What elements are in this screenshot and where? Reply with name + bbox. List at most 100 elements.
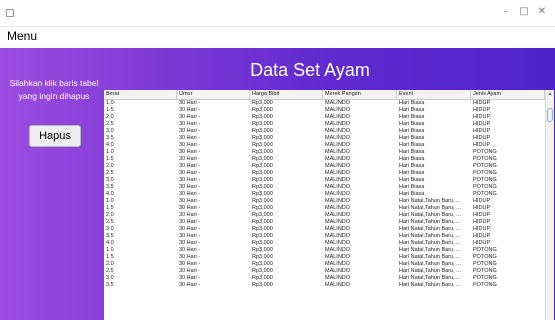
table-row[interactable]: 2.0 30 Hari - Rp3,000 MALINDO Hari Biasa HIDU… — [104, 114, 545, 121]
table-cell: 2.0 — [106, 163, 114, 169]
scrollbar-thumb[interactable] — [547, 108, 553, 122]
table-row[interactable]: 1.0 30 Hari - Rp3,000 MALINDO Hari Biasa HIDU… — [104, 100, 545, 107]
table-cell: 30 Hari - — [179, 212, 201, 218]
table-cell: 1.5 — [106, 205, 114, 211]
table-cell: HIDUP — [473, 100, 491, 106]
table-cell: Hari Biasa — [399, 156, 425, 162]
menu-item-menu[interactable]: Menu — [7, 29, 37, 43]
table-cell: Hari Natal,Tahun Baru, ... — [399, 240, 461, 246]
table-cell: Rp3,000 — [252, 254, 273, 260]
table-cell: 30 Hari - — [179, 156, 201, 162]
close-button[interactable]: ✕ — [533, 4, 551, 20]
table-cell: Hari Natal,Tahun Baru, ... — [399, 268, 461, 274]
table-cell: 3.0 — [106, 177, 114, 183]
table-row[interactable]: 2.0 30 Hari - Rp3,000 MALINDO Hari Natal,Tah… — [104, 261, 545, 268]
table-cell: MALINDO — [325, 170, 351, 176]
page-title: Data Set Ayam — [250, 60, 370, 80]
table-row[interactable]: 4.0 30 Hari - Rp3,000 MALINDO Hari Natal,Tah… — [104, 240, 545, 247]
table-cell: MALINDO — [325, 240, 351, 246]
table-row[interactable]: 1.5 30 Hari - Rp3,000 MALINDO Hari Biasa HIDU… — [104, 107, 545, 114]
table-cell: Hari Biasa — [399, 121, 425, 127]
table-row[interactable]: 3.0 30 Hari - Rp3,000 MALINDO Hari Natal,Tah… — [104, 275, 545, 282]
column-header[interactable]: Harga Bibit — [250, 90, 323, 99]
table-cell: Hari Biasa — [399, 114, 425, 120]
data-table[interactable]: Berat Umur Harga Bibit Merek Pangan Event Jen… — [104, 90, 545, 320]
table-cell: POTONG — [473, 191, 497, 197]
table-cell: MALINDO — [325, 107, 351, 113]
table-cell: Rp3,000 — [252, 149, 273, 155]
vertical-scrollbar[interactable]: ▲ — [545, 90, 554, 320]
table-cell: 30 Hari - — [179, 198, 201, 204]
table-cell: POTONG — [473, 261, 497, 267]
table-cell: 30 Hari - — [179, 247, 201, 253]
table-cell: Rp3,000 — [252, 282, 273, 288]
table-row[interactable]: 3.5 30 Hari - Rp3,000 MALINDO Hari Biasa POTO… — [104, 184, 545, 191]
table-row[interactable]: 2.5 30 Hari - Rp3,000 MALINDO Hari Natal,Tah… — [104, 219, 545, 226]
table-cell: MALINDO — [325, 191, 351, 197]
table-header: Berat Umur Harga Bibit Merek Pangan Event Jen… — [104, 90, 545, 100]
table-cell: Rp3,000 — [252, 233, 273, 239]
table-cell: 2.5 — [106, 170, 114, 176]
table-cell: Hari Biasa — [399, 142, 425, 148]
table-cell: Hari Biasa — [399, 184, 425, 190]
instruction-text: Silahkan klik baris tabel yang ingin dih… — [9, 78, 99, 101]
table-row[interactable]: 1.5 30 Hari - Rp3,000 MALINDO Hari Natal,Tah… — [104, 254, 545, 261]
column-header[interactable]: Berat — [104, 90, 177, 99]
table-row[interactable]: 3.5 30 Hari - Rp3,000 MALINDO Hari Natal,Tah… — [104, 282, 545, 289]
table-row[interactable]: 3.0 30 Hari - Rp3,000 MALINDO Hari Biasa POTO… — [104, 177, 545, 184]
table-cell: POTONG — [473, 254, 497, 260]
table-cell: 1.0 — [106, 247, 114, 253]
column-header[interactable]: Merek Pangan — [323, 90, 397, 99]
table-cell: MALINDO — [325, 247, 351, 253]
table-cell: MALINDO — [325, 212, 351, 218]
table-row[interactable]: 1.0 30 Hari - Rp3,000 MALINDO Hari Natal,Tah… — [104, 198, 545, 205]
table-row[interactable]: 3.0 30 Hari - Rp3,000 MALINDO Hari Natal,Tah… — [104, 226, 545, 233]
table-row[interactable]: 3.5 30 Hari - Rp3,000 MALINDO Hari Natal,Tah… — [104, 233, 545, 240]
table-cell: 1.5 — [106, 156, 114, 162]
delete-button[interactable]: Hapus — [29, 125, 81, 147]
table-cell: 30 Hari - — [179, 177, 201, 183]
table-cell: MALINDO — [325, 282, 351, 288]
scroll-up-arrow-icon[interactable]: ▲ — [547, 91, 553, 97]
table-cell: 30 Hari - — [179, 261, 201, 267]
table-cell: 30 Hari - — [179, 163, 201, 169]
table-cell: Hari Biasa — [399, 170, 425, 176]
table-row[interactable]: 3.5 30 Hari - Rp3,000 MALINDO Hari Biasa HIDU… — [104, 135, 545, 142]
table-cell: Hari Natal,Tahun Baru, ... — [399, 282, 461, 288]
table-cell: Hari Biasa — [399, 163, 425, 169]
maximize-button[interactable]: □ — [515, 4, 533, 20]
table-cell: Rp3,000 — [252, 219, 273, 225]
table-row[interactable]: 4.0 30 Hari - Rp3,000 MALINDO Hari Biasa HIDU… — [104, 142, 545, 149]
table-cell: Rp3,000 — [252, 163, 273, 169]
table-cell: POTONG — [473, 282, 497, 288]
table-row[interactable]: 1.0 30 Hari - Rp3,000 MALINDO Hari Natal,Tah… — [104, 247, 545, 254]
table-row[interactable]: 2.5 30 Hari - Rp3,000 MALINDO Hari Biasa HIDU… — [104, 121, 545, 128]
table-cell: MALINDO — [325, 142, 351, 148]
table-cell: 30 Hari - — [179, 170, 201, 176]
table-cell: 3.5 — [106, 282, 114, 288]
table-cell: Rp3,000 — [252, 121, 273, 127]
table-row[interactable]: 2.5 30 Hari - Rp3,000 MALINDO Hari Natal,Tah… — [104, 268, 545, 275]
table-row[interactable]: 1.5 30 Hari - Rp3,000 MALINDO Hari Natal,Tah… — [104, 205, 545, 212]
table-cell: Hari Natal,Tahun Baru, ... — [399, 198, 461, 204]
table-cell: Hari Natal,Tahun Baru, ... — [399, 226, 461, 232]
table-row[interactable]: 3.0 30 Hari - Rp3,000 MALINDO Hari Biasa HIDU… — [104, 128, 545, 135]
minimize-button[interactable]: – — [497, 4, 515, 20]
column-header[interactable]: Umur — [177, 90, 250, 99]
column-header[interactable]: Event — [397, 90, 471, 99]
table-cell: 30 Hari - — [179, 275, 201, 281]
table-cell: 30 Hari - — [179, 219, 201, 225]
table-row[interactable]: 1.0 30 Hari - Rp3,000 MALINDO Hari Biasa POTO… — [104, 149, 545, 156]
table-row[interactable]: 1.5 30 Hari - Rp3,000 MALINDO Hari Biasa POTO… — [104, 156, 545, 163]
table-cell: Rp3,000 — [252, 156, 273, 162]
table-row[interactable]: 4.0 30 Hari - Rp3,000 MALINDO Hari Biasa POTO… — [104, 191, 545, 198]
table-cell: 1.0 — [106, 198, 114, 204]
table-row[interactable]: 2.0 30 Hari - Rp3,000 MALINDO Hari Natal,Tah… — [104, 212, 545, 219]
table-row[interactable]: 2.0 30 Hari - Rp3,000 MALINDO Hari Biasa POTO… — [104, 163, 545, 170]
table-cell: MALINDO — [325, 135, 351, 141]
table-cell: MALINDO — [325, 254, 351, 260]
column-header[interactable]: Jenis Ayam — [471, 90, 545, 99]
table-cell: 3.5 — [106, 135, 114, 141]
table-row[interactable]: 2.5 30 Hari - Rp3,000 MALINDO Hari Biasa POTO… — [104, 170, 545, 177]
table-cell: Rp3,000 — [252, 142, 273, 148]
